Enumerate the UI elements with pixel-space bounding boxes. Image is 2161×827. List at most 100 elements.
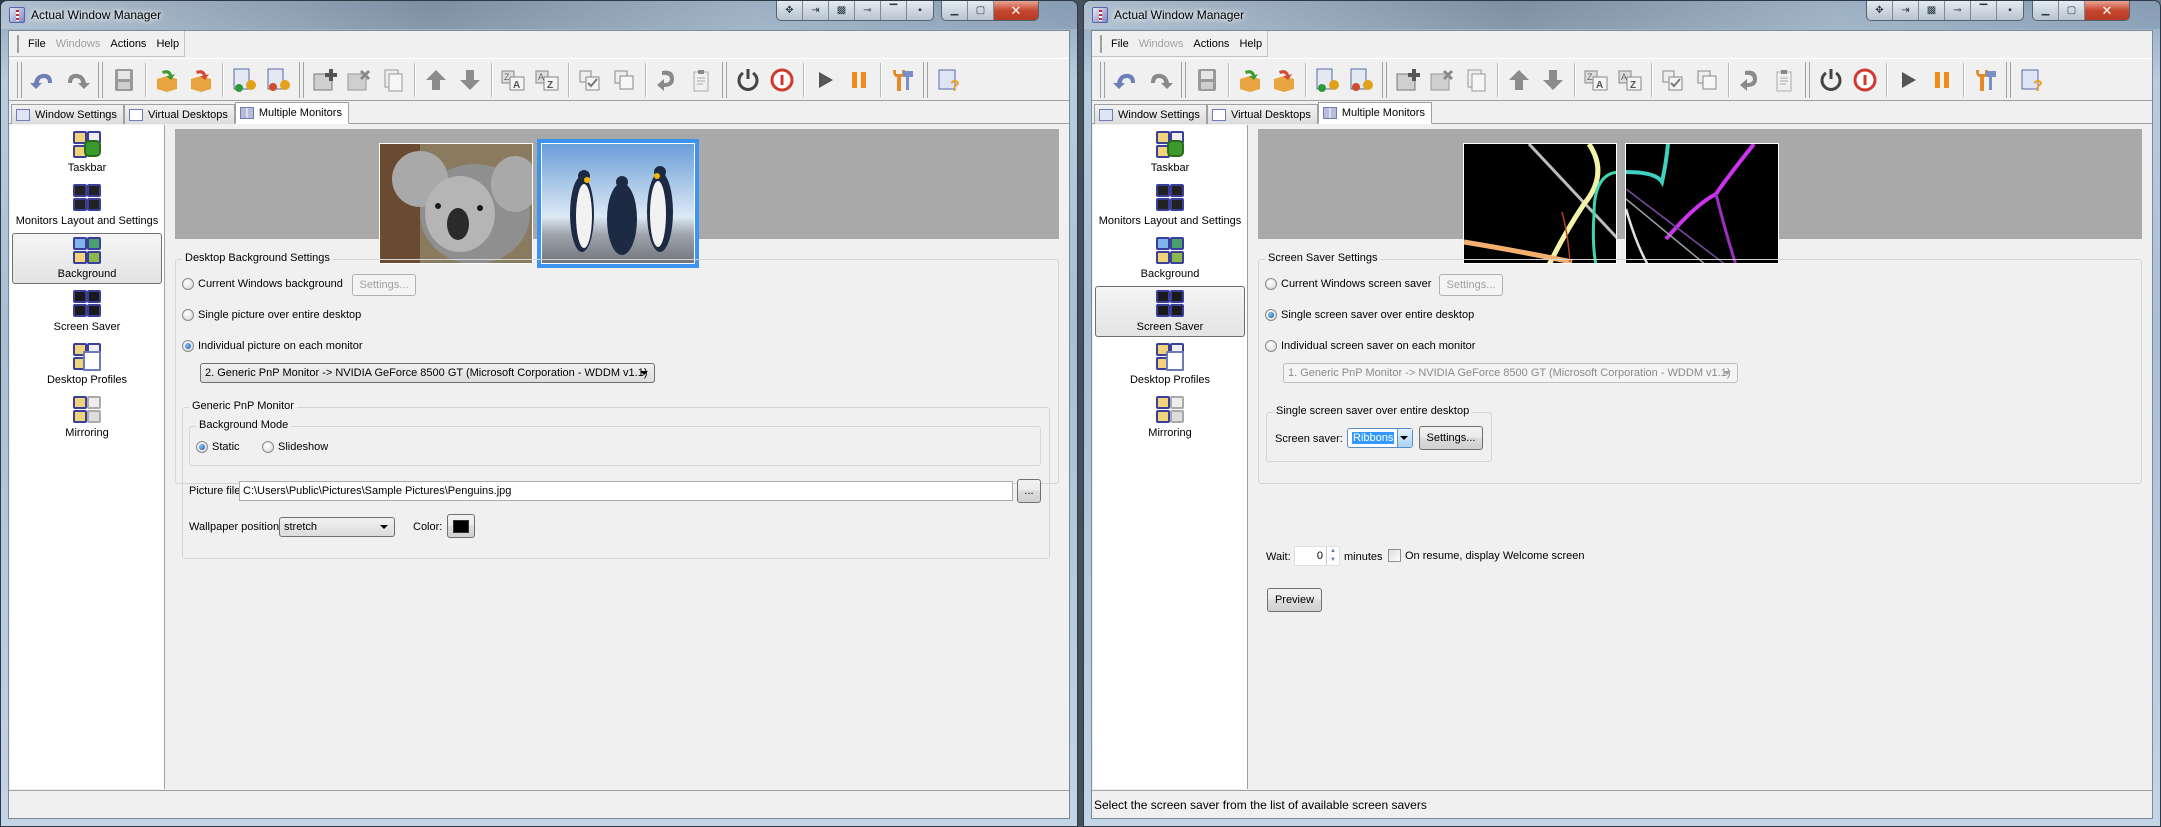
option-individual-picture[interactable]: Individual picture on each monitor xyxy=(182,340,362,352)
menu-grip[interactable] xyxy=(17,34,19,53)
add-rule-button[interactable] xyxy=(1391,62,1425,98)
copy-button[interactable] xyxy=(607,62,641,98)
import-button[interactable] xyxy=(150,62,184,98)
radio-button[interactable] xyxy=(182,278,194,290)
sort-za-button[interactable]: ZA xyxy=(1579,62,1613,98)
monitor-thumbnail-2[interactable] xyxy=(1625,143,1779,264)
sidebar-item-desktop-profiles[interactable]: Desktop Profiles xyxy=(1095,339,1245,390)
delete-rule-button[interactable] xyxy=(342,62,376,98)
apply-user-settings-button[interactable] xyxy=(1310,62,1344,98)
close-icon[interactable]: ✕ xyxy=(994,1,1038,20)
sidebar-item-mirroring[interactable]: Mirroring xyxy=(12,392,162,443)
move-up-button[interactable] xyxy=(1502,62,1536,98)
sidebar-item-mirroring[interactable]: Mirroring xyxy=(1095,392,1245,443)
sidebar-item-screen-saver[interactable]: Screen Saver xyxy=(12,286,162,337)
screen-saver-settings-button[interactable]: Settings... xyxy=(1419,426,1483,450)
refresh-button[interactable] xyxy=(650,62,684,98)
apply-admin-settings-button[interactable] xyxy=(1344,62,1378,98)
resume-welcome-checkbox[interactable]: On resume, display Welcome screen xyxy=(1388,549,1585,562)
sidebar-item-background[interactable]: Background xyxy=(1095,233,1245,284)
undo-button[interactable] xyxy=(1109,62,1143,98)
export-button[interactable] xyxy=(1267,62,1301,98)
copy-rule-button[interactable] xyxy=(1459,62,1493,98)
tab-window-settings[interactable]: Window Settings xyxy=(11,104,124,124)
tab-virtual-desktops[interactable]: Virtual Desktops xyxy=(1206,104,1318,124)
radio-button-checked[interactable] xyxy=(196,441,208,453)
tab-multiple-monitors[interactable]: Multiple Monitors xyxy=(234,102,349,124)
monitor-thumbnail-2[interactable] xyxy=(537,139,699,268)
stop-button[interactable] xyxy=(765,62,799,98)
save-button[interactable] xyxy=(107,62,141,98)
sidebar-item-background[interactable]: Background xyxy=(12,233,162,284)
sidebar-item-taskbar[interactable]: Taskbar xyxy=(12,127,162,178)
maximize-icon[interactable]: ▢ xyxy=(2059,1,2085,20)
maximize-icon[interactable]: ▢ xyxy=(968,1,994,20)
sort-az-button[interactable]: AZ xyxy=(1613,62,1647,98)
play-button[interactable] xyxy=(1891,62,1925,98)
screen-saver-select[interactable]: Ribbons xyxy=(1347,428,1413,448)
menu-grip[interactable] xyxy=(1100,34,1102,53)
color-picker-button[interactable] xyxy=(447,514,475,538)
sort-az-button[interactable]: AZ xyxy=(530,62,564,98)
toolbar-grip[interactable] xyxy=(1805,61,1810,98)
paste-button[interactable] xyxy=(684,62,718,98)
roll-up-icon[interactable]: ▔ xyxy=(881,1,907,20)
delete-rule-button[interactable] xyxy=(1425,62,1459,98)
import-button[interactable] xyxy=(1233,62,1267,98)
tools-button[interactable] xyxy=(885,62,919,98)
move-icon[interactable]: ✥ xyxy=(777,1,803,20)
preview-button[interactable]: Preview xyxy=(1267,588,1322,612)
help-button[interactable]: ? xyxy=(2015,62,2049,98)
move-down-button[interactable] xyxy=(453,62,487,98)
menu-help[interactable]: Help xyxy=(151,31,184,57)
tab-multiple-monitors[interactable]: Multiple Monitors xyxy=(1317,102,1432,124)
paste-button[interactable] xyxy=(1767,62,1801,98)
send-to-monitor-icon[interactable]: ⇥ xyxy=(803,1,829,20)
toolbar-grip[interactable] xyxy=(722,61,727,98)
radio-button[interactable] xyxy=(182,309,194,321)
check-all-button[interactable] xyxy=(573,62,607,98)
title-bar[interactable]: Actual Window Manager ✥ ⇥ ▩ ⊸ ▔ ▪ ▁ ▢ ✕ xyxy=(1,1,1077,29)
pin-icon[interactable]: ⊸ xyxy=(855,1,881,20)
radio-button[interactable] xyxy=(1265,340,1277,352)
browse-button[interactable]: ... xyxy=(1017,479,1041,503)
export-button[interactable] xyxy=(184,62,218,98)
checkbox[interactable] xyxy=(1388,549,1401,562)
mode-slideshow[interactable]: Slideshow xyxy=(262,441,328,453)
toolbar-grip[interactable] xyxy=(1100,61,1105,98)
pause-button[interactable] xyxy=(1925,62,1959,98)
menu-actions[interactable]: Actions xyxy=(1188,31,1234,57)
send-to-monitor-icon[interactable]: ⇥ xyxy=(1893,1,1919,20)
toolbar-grip[interactable] xyxy=(923,61,928,98)
app-icon[interactable] xyxy=(1092,7,1108,23)
refresh-button[interactable] xyxy=(1733,62,1767,98)
menu-help[interactable]: Help xyxy=(1234,31,1267,57)
add-rule-button[interactable] xyxy=(308,62,342,98)
move-down-button[interactable] xyxy=(1536,62,1570,98)
pin-icon[interactable]: ⊸ xyxy=(1945,1,1971,20)
power-button[interactable] xyxy=(1814,62,1848,98)
app-icon[interactable] xyxy=(9,7,25,23)
move-up-button[interactable] xyxy=(419,62,453,98)
apply-admin-settings-button[interactable] xyxy=(261,62,295,98)
toolbar-grip[interactable] xyxy=(98,61,103,98)
toolbar-grip[interactable] xyxy=(17,61,22,98)
move-icon[interactable]: ✥ xyxy=(1867,1,1893,20)
apply-user-settings-button[interactable] xyxy=(227,62,261,98)
help-button[interactable]: ? xyxy=(932,62,966,98)
screen-saver-settings-button-disabled[interactable]: Settings... xyxy=(1439,274,1503,296)
redo-button[interactable] xyxy=(1143,62,1177,98)
sort-za-button[interactable]: ZA xyxy=(496,62,530,98)
monitor-select[interactable]: 1. Generic PnP Monitor -> NVIDIA GeForce… xyxy=(1283,363,1738,383)
wait-minutes-spinner[interactable]: 0 ▲ ▼ xyxy=(1294,546,1340,566)
minimize-icon[interactable]: ▁ xyxy=(2033,1,2059,20)
copy-button[interactable] xyxy=(1690,62,1724,98)
monitor-thumbnail-1[interactable] xyxy=(1463,143,1617,264)
menu-file[interactable]: File xyxy=(1106,31,1134,57)
sidebar-item-desktop-profiles[interactable]: Desktop Profiles xyxy=(12,339,162,390)
toolbar-grip[interactable] xyxy=(1382,61,1387,98)
spinner-arrows-icon[interactable]: ▲ ▼ xyxy=(1326,547,1339,565)
minimize-to-tray-icon[interactable]: ▪ xyxy=(1997,1,2023,20)
redo-button[interactable] xyxy=(60,62,94,98)
menu-file[interactable]: File xyxy=(23,31,51,57)
